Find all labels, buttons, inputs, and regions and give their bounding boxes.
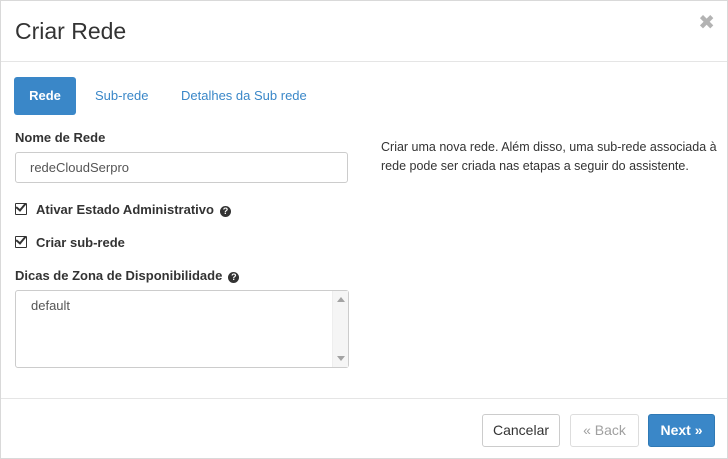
- modal-header: Criar Rede ✖: [1, 1, 727, 62]
- cancel-button[interactable]: Cancelar: [482, 414, 560, 447]
- az-hints-textarea[interactable]: default: [15, 290, 349, 368]
- back-button[interactable]: « Back: [570, 414, 639, 447]
- scrollbar[interactable]: [332, 291, 348, 367]
- checkbox-checked-icon[interactable]: [15, 236, 27, 248]
- scroll-down-arrow-icon[interactable]: [337, 356, 345, 361]
- create-subnet-label: Criar sub-rede: [36, 235, 125, 250]
- checkbox-checked-icon[interactable]: [15, 203, 27, 215]
- tab-rede[interactable]: Rede: [14, 77, 76, 115]
- question-circle-icon[interactable]: ?: [219, 206, 231, 217]
- scroll-up-arrow-icon[interactable]: [337, 297, 345, 302]
- network-name-input[interactable]: redeCloudSerpro: [15, 152, 348, 183]
- create-subnet-checkbox-row[interactable]: Criar sub-rede: [15, 235, 125, 250]
- modal-footer: Cancelar « Back Next »: [1, 398, 727, 459]
- admin-state-label: Ativar Estado Administrativo: [36, 202, 214, 217]
- create-network-modal: Criar Rede ✖ Rede Sub-rede Detalhes da S…: [0, 0, 728, 459]
- az-hints-option[interactable]: default: [31, 298, 70, 313]
- help-text: Criar uma nova rede. Além disso, uma sub…: [381, 140, 717, 173]
- question-circle-icon[interactable]: ?: [228, 272, 240, 283]
- az-hints-label: Dicas de Zona de Disponibilidade: [15, 268, 223, 283]
- tab-sub-rede[interactable]: Sub-rede: [95, 77, 148, 115]
- modal-title: Criar Rede: [15, 18, 127, 44]
- admin-state-checkbox-row[interactable]: Ativar Estado Administrativo?: [15, 202, 231, 217]
- az-hints-label-row: Dicas de Zona de Disponibilidade?: [15, 268, 240, 283]
- tab-detalhes-sub-rede[interactable]: Detalhes da Sub rede: [181, 77, 307, 115]
- network-name-label: Nome de Rede: [15, 130, 106, 145]
- next-button[interactable]: Next »: [648, 414, 715, 447]
- close-icon[interactable]: ✖: [698, 13, 715, 33]
